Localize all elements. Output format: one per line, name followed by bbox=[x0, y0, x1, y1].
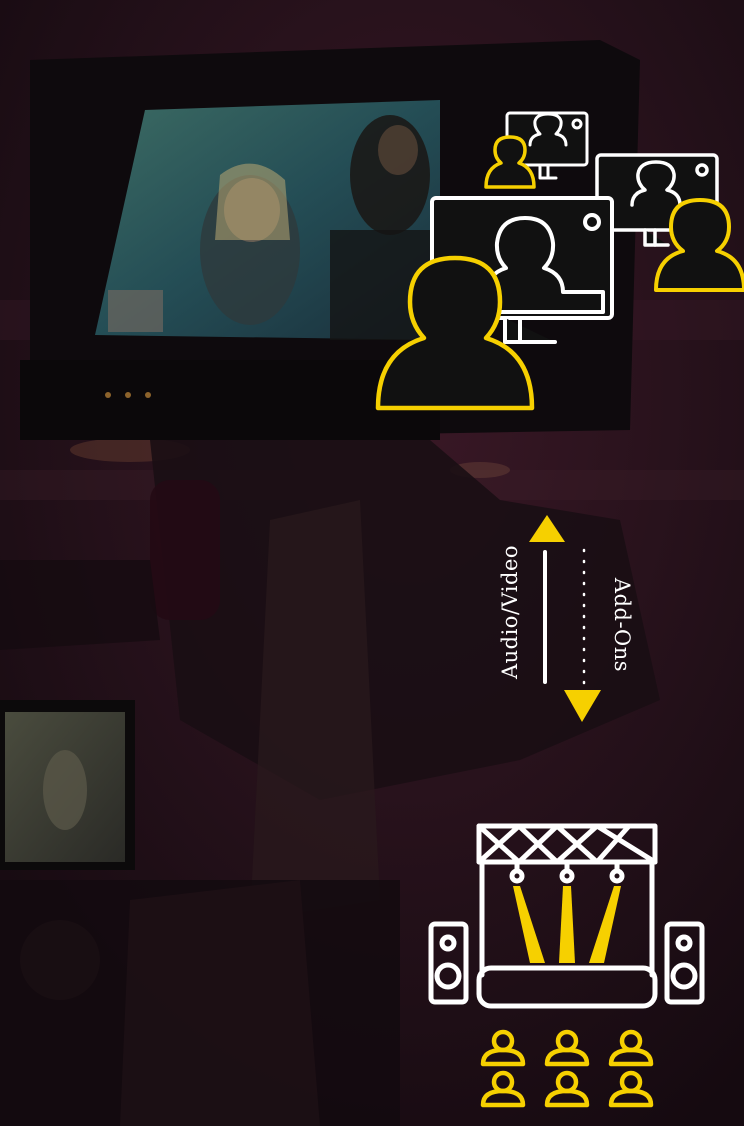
arrow-up-icon bbox=[529, 515, 565, 542]
audience-person-icon bbox=[544, 1070, 590, 1108]
arrow-down-icon bbox=[564, 690, 601, 722]
audience-person-icon bbox=[608, 1070, 654, 1108]
bidirectional-arrow-icon bbox=[529, 515, 601, 722]
audience-person-icon bbox=[544, 1029, 590, 1067]
add-ons-label: Add-Ons bbox=[610, 577, 634, 673]
audience-icon bbox=[480, 1029, 654, 1108]
video-call-group-icon bbox=[375, 111, 744, 411]
audience-person-icon bbox=[480, 1070, 526, 1108]
overlay-graphics bbox=[375, 111, 744, 1108]
spotlight-beams-icon bbox=[513, 886, 621, 963]
audience-person-icon bbox=[608, 1029, 654, 1067]
audio-video-label: Audio/Video bbox=[498, 544, 522, 680]
audience-person-icon bbox=[480, 1029, 526, 1067]
